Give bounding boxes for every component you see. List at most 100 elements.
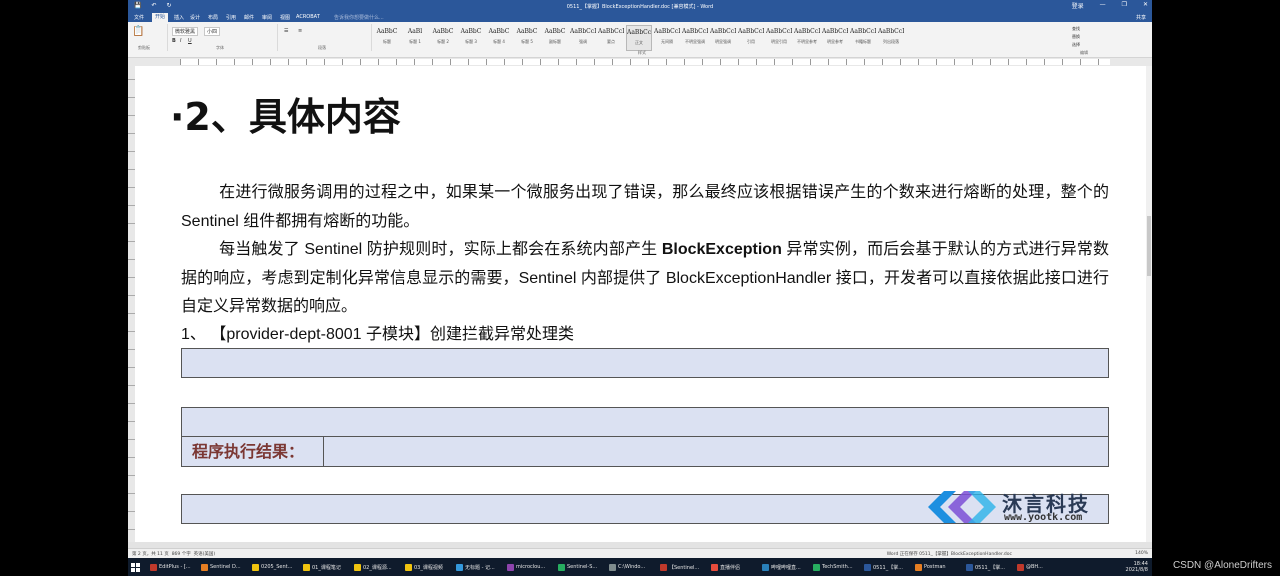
style-item[interactable]: AaBbCcD 不明显参考 (794, 25, 820, 51)
taskbar-item-label: Postman (924, 564, 946, 570)
style-item[interactable]: AaBbC 副标题 (542, 25, 568, 51)
taskbar-item-label: 0511_【掌... (975, 564, 1005, 571)
group-label-clipboard: 剪贴板 (138, 45, 150, 50)
code-box[interactable] (181, 348, 1109, 378)
maximize-button[interactable]: ❐ (1122, 1, 1127, 10)
tab-view[interactable]: 视图 (280, 14, 290, 21)
taskbar-item[interactable]: EditPlus - [... (150, 561, 200, 573)
app-icon (915, 563, 922, 571)
taskbar-item-label: 哔哩哔哩直... (771, 564, 801, 571)
style-item[interactable]: AaBbCcDc 明显强调 (710, 25, 736, 51)
taskbar-item-label: C:\Windo... (618, 564, 646, 570)
tab-design[interactable]: 设计 (190, 14, 200, 21)
close-button[interactable]: ✕ (1143, 1, 1148, 10)
taskbar-item[interactable]: 0511_【掌... (864, 561, 914, 573)
tab-acrobat[interactable]: ACROBAT (296, 14, 320, 20)
horizontal-ruler[interactable] (128, 58, 1152, 66)
language[interactable]: 英语(美国) (194, 552, 216, 557)
style-item[interactable]: AaBbCcDc 引用 (738, 25, 764, 51)
taskbar-item[interactable]: TechSmith... (813, 561, 863, 573)
tab-review[interactable]: 审阅 (262, 14, 272, 21)
taskbar-item[interactable]: 0511_【掌... (966, 561, 1016, 573)
style-item[interactable]: AaBbCcD 书籍标题 (850, 25, 876, 51)
account-link[interactable]: 登录 (1072, 1, 1084, 10)
style-preview: AaBbCcD (794, 28, 820, 35)
page-count[interactable]: 第 2 页，共 11 页 (132, 552, 169, 557)
style-preview: AaBbCcD (850, 28, 876, 35)
style-item[interactable]: AaBbC 标题 3 (458, 25, 484, 51)
tab-insert[interactable]: 插入 (174, 14, 184, 21)
style-preview: AaBbCcE (822, 28, 848, 35)
style-item[interactable]: AaBbCcDc 无间隔 (654, 25, 680, 51)
word-count[interactable]: 869 个字 (172, 552, 191, 557)
style-item[interactable]: AaBbCcE 明显参考 (822, 25, 848, 51)
taskbar-item[interactable]: 0205_Sent... (252, 561, 302, 573)
style-item[interactable]: AaBbCcDc 明显引用 (766, 25, 792, 51)
paste-icon[interactable]: 📋 (132, 26, 144, 37)
taskbar-item-label: @BH... (1026, 564, 1043, 570)
taskbar-item[interactable]: microclou... (507, 561, 557, 573)
taskbar-item[interactable]: 02_课程源... (354, 561, 404, 573)
style-preview: AaBl (407, 28, 423, 35)
numbering-icon[interactable]: ≡ (298, 28, 302, 34)
style-item[interactable]: AaBbC 标题 (374, 25, 400, 51)
share-button[interactable]: 共享 (1136, 14, 1146, 21)
find-button[interactable]: 查找 (1072, 25, 1080, 33)
style-item[interactable]: AaBbCcDc 不明显强调 (682, 25, 708, 51)
zoom-level[interactable]: 140% (1135, 551, 1148, 556)
style-item[interactable]: AaBbCcDc 正文 (626, 25, 652, 51)
taskbar-item[interactable]: @BH... (1017, 561, 1067, 573)
taskbar-item[interactable]: Sentinel D... (201, 561, 251, 573)
paragraph-1[interactable]: 在进行微服务调用的过程之中，如果某一个微服务出现了错误，那么最终应该根据错误产生… (181, 179, 1109, 236)
tab-layout[interactable]: 布局 (208, 14, 218, 21)
tab-file[interactable]: 文件 (134, 14, 144, 21)
taskbar-item[interactable]: C:\Windo... (609, 561, 659, 573)
vertical-scrollbar[interactable] (1146, 66, 1152, 548)
style-name: 标题 2 (437, 39, 449, 44)
tab-mailings[interactable]: 邮件 (244, 14, 254, 21)
taskbar-item[interactable]: 01_课程笔记 (303, 561, 353, 573)
replace-button[interactable]: 替换 (1072, 33, 1080, 41)
style-item[interactable]: AaBbC 标题 4 (486, 25, 512, 51)
style-item[interactable]: AaBbC 标题 5 (514, 25, 540, 51)
italic-button[interactable]: I (180, 38, 181, 44)
taskbar-item[interactable]: Postman (915, 561, 965, 573)
paragraph-1-text: 在进行微服务调用的过程之中，如果某一个微服务出现了错误，那么最终应该根据错误产生… (181, 184, 1109, 230)
clock[interactable]: 18:44 2021/8/8 (1126, 561, 1148, 573)
style-item[interactable]: AaBbC 标题 2 (430, 25, 456, 51)
style-item[interactable]: AaBbCcDc 列出段落 (878, 25, 904, 51)
result-row[interactable]: 程序执行结果： (181, 437, 1109, 467)
taskbar-item-label: 无标题 - 记... (465, 564, 495, 571)
style-name: 明显强调 (715, 39, 731, 44)
taskbar-item[interactable]: 03_课程视频 (405, 561, 455, 573)
select-button[interactable]: 选择 (1072, 41, 1080, 49)
font-size-select[interactable]: 小四 (204, 27, 221, 36)
style-preview: AaBbCcDc (682, 28, 708, 35)
minimize-button[interactable]: — (1100, 1, 1106, 10)
style-preview: AaBbC (376, 28, 398, 35)
paragraph-2[interactable]: 每当触发了 Sentinel 防护规则时，实际上都会在系统内部产生 BlockE… (181, 236, 1109, 322)
style-item[interactable]: AaBl 标题 1 (402, 25, 428, 51)
taskbar-item[interactable]: 直播伴侣 (711, 561, 761, 573)
group-label-font: 字体 (216, 45, 224, 50)
style-item[interactable]: AaBbCcDd 强调 (570, 25, 596, 51)
taskbar-item[interactable]: 【Sentinel... (660, 561, 710, 573)
taskbar-item[interactable]: Sentinel-S... (558, 561, 608, 573)
taskbar-item[interactable]: 哔哩哔哩直... (762, 561, 812, 573)
style-item[interactable]: AaBbCcD 要点 (598, 25, 624, 51)
bold-button[interactable]: B (172, 38, 176, 44)
bullets-icon[interactable]: ☰ (284, 28, 288, 34)
tab-references[interactable]: 引用 (226, 14, 236, 21)
document-area[interactable]: ·2、具体内容 在进行微服务调用的过程之中，如果某一个微服务出现了错误，那么最终… (128, 66, 1152, 548)
tell-me-search[interactable]: 告诉我你想要做什么... (334, 14, 384, 21)
window-controls: 登录 — ❐ ✕ (1072, 1, 1148, 10)
tab-home[interactable]: 开始 (152, 13, 169, 22)
style-name: 引用 (747, 39, 755, 44)
font-name-select[interactable]: 微软雅黑 (172, 27, 199, 36)
taskbar-item[interactable]: 无标题 - 记... (456, 561, 506, 573)
start-button[interactable] (131, 561, 140, 573)
underline-button[interactable]: U (188, 38, 192, 44)
app-icon (711, 563, 718, 571)
clock-date: 2021/8/8 (1125, 567, 1148, 573)
code-box[interactable] (181, 407, 1109, 437)
